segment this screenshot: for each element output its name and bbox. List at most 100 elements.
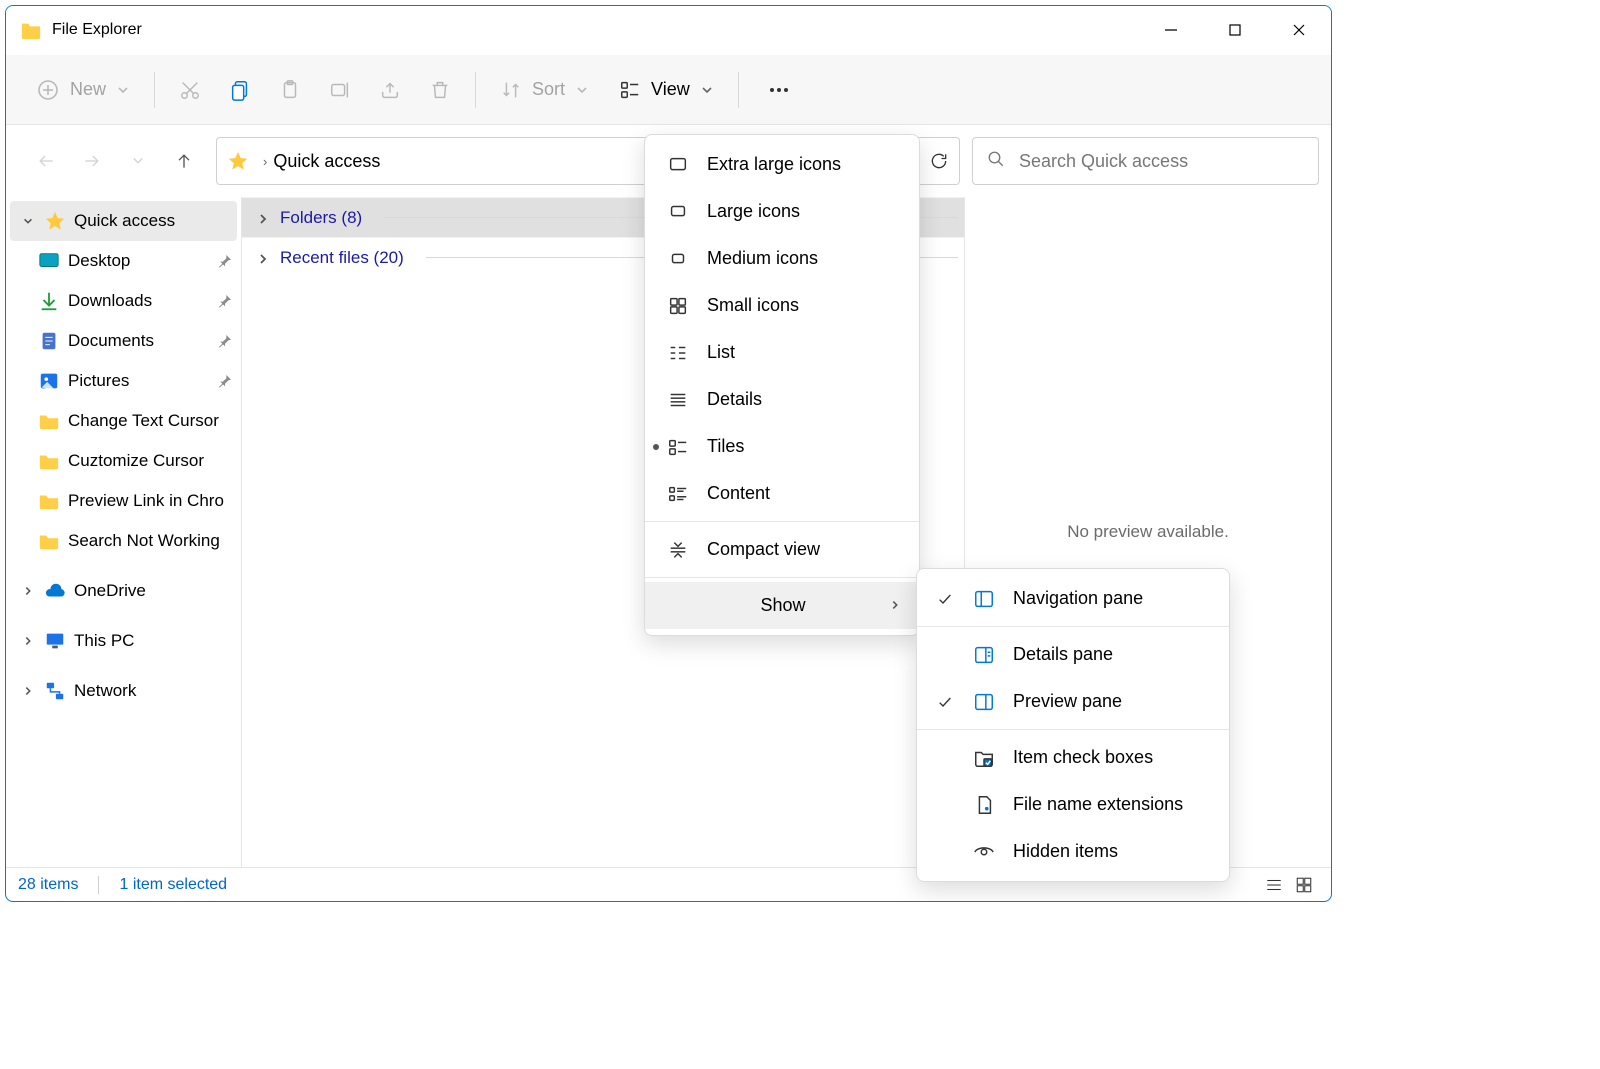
menu-large-icons[interactable]: Large icons	[645, 188, 919, 235]
sidebar-item-label: This PC	[74, 631, 134, 651]
view-label: View	[651, 79, 690, 100]
sidebar-item-documents[interactable]: Documents	[6, 321, 241, 361]
sidebar-item-label: Network	[74, 681, 136, 701]
submenu-details-pane[interactable]: Details pane	[917, 631, 1229, 678]
menu-item-label: File name extensions	[1013, 794, 1183, 815]
menu-details[interactable]: Details	[645, 376, 919, 423]
check-icon	[935, 591, 955, 607]
menu-item-label: List	[707, 342, 735, 363]
details-pane-icon	[973, 644, 995, 666]
compact-view-icon	[667, 539, 689, 561]
sidebar-item-label: Preview Link in Chro	[68, 491, 224, 511]
details-view-toggle[interactable]	[1259, 873, 1289, 897]
more-button[interactable]	[767, 78, 791, 102]
menu-tiles[interactable]: Tiles	[645, 423, 919, 470]
window-controls	[1139, 6, 1331, 55]
small-icons-icon	[667, 295, 689, 317]
folder-icon	[38, 530, 60, 552]
menu-list[interactable]: List	[645, 329, 919, 376]
sidebar-item-label: Change Text Cursor	[68, 411, 219, 431]
search-icon	[987, 150, 1005, 173]
chevron-right-icon	[20, 585, 36, 597]
refresh-button[interactable]	[929, 151, 949, 171]
sort-button[interactable]: Sort	[500, 79, 589, 101]
copy-icon[interactable]	[229, 79, 251, 101]
menu-item-label: Small icons	[707, 295, 799, 316]
menu-small-icons[interactable]: Small icons	[645, 282, 919, 329]
cloud-icon	[44, 580, 66, 602]
sidebar-item-label: Pictures	[68, 371, 129, 391]
menu-content[interactable]: Content	[645, 470, 919, 517]
recent-locations-button[interactable]	[128, 151, 148, 171]
menu-show[interactable]: Show	[645, 582, 919, 629]
chevron-right-icon	[256, 251, 270, 265]
close-button[interactable]	[1267, 6, 1331, 55]
maximize-button[interactable]	[1203, 6, 1267, 55]
sidebar-item-folder[interactable]: Search Not Working	[6, 521, 241, 561]
cut-icon[interactable]	[179, 79, 201, 101]
minimize-button[interactable]	[1139, 6, 1203, 55]
pin-icon	[217, 253, 233, 269]
sidebar-item-pictures[interactable]: Pictures	[6, 361, 241, 401]
star-icon	[44, 210, 66, 232]
submenu-preview-pane[interactable]: Preview pane	[917, 678, 1229, 725]
group-label: Recent files (20)	[280, 248, 404, 268]
sidebar-network[interactable]: Network	[6, 671, 241, 711]
star-icon	[227, 150, 249, 172]
submenu-file-name-extensions[interactable]: File name extensions	[917, 781, 1229, 828]
sidebar-item-label: Desktop	[68, 251, 130, 271]
chevron-right-icon	[20, 635, 36, 647]
menu-item-label: Details	[707, 389, 762, 410]
checkbox-icon	[973, 747, 995, 769]
file-extensions-icon	[973, 794, 995, 816]
sidebar-onedrive[interactable]: OneDrive	[6, 571, 241, 611]
menu-compact-view[interactable]: Compact view	[645, 526, 919, 573]
paste-icon[interactable]	[279, 79, 301, 101]
new-button[interactable]: New	[36, 78, 130, 102]
titlebar: File Explorer	[6, 6, 1331, 55]
menu-item-label: Navigation pane	[1013, 588, 1143, 609]
sidebar-this-pc[interactable]: This PC	[6, 621, 241, 661]
submenu-item-checkboxes[interactable]: Item check boxes	[917, 734, 1229, 781]
thumbnails-view-toggle[interactable]	[1289, 873, 1319, 897]
submenu-hidden-items[interactable]: Hidden items	[917, 828, 1229, 875]
plus-circle-icon	[36, 78, 60, 102]
sidebar-item-folder[interactable]: Cuztomize Cursor	[6, 441, 241, 481]
forward-button[interactable]	[82, 151, 102, 171]
share-icon[interactable]	[379, 79, 401, 101]
view-menu: Extra large icons Large icons Medium ico…	[644, 134, 920, 636]
delete-icon[interactable]	[429, 79, 451, 101]
large-icons-icon	[667, 201, 689, 223]
menu-medium-icons[interactable]: Medium icons	[645, 235, 919, 282]
hidden-items-icon	[973, 841, 995, 863]
view-button[interactable]: View	[619, 79, 714, 101]
chevron-right-icon	[20, 685, 36, 697]
menu-item-label: Large icons	[707, 201, 800, 222]
sidebar-item-label: Documents	[68, 331, 154, 351]
sidebar-item-downloads[interactable]: Downloads	[6, 281, 241, 321]
sidebar-item-folder[interactable]: Change Text Cursor	[6, 401, 241, 441]
sidebar-quick-access[interactable]: Quick access	[10, 201, 237, 241]
breadcrumb-location[interactable]: Quick access	[273, 151, 380, 172]
menu-item-label: Extra large icons	[707, 154, 841, 175]
up-button[interactable]	[174, 151, 194, 171]
navigation-pane-icon	[973, 588, 995, 610]
menu-extra-large-icons[interactable]: Extra large icons	[645, 141, 919, 188]
network-icon	[44, 680, 66, 702]
breadcrumb-separator-icon: ›	[263, 154, 267, 169]
preview-message: No preview available.	[1067, 522, 1229, 542]
back-button[interactable]	[36, 151, 56, 171]
menu-item-label: Item check boxes	[1013, 747, 1153, 768]
search-box[interactable]: Search Quick access	[972, 137, 1319, 185]
sort-label: Sort	[532, 79, 565, 100]
tiles-icon	[667, 436, 689, 458]
rename-icon[interactable]	[329, 79, 351, 101]
folder-app-icon	[20, 19, 42, 41]
list-icon	[667, 342, 689, 364]
extra-large-icons-icon	[667, 154, 689, 176]
sidebar-item-folder[interactable]: Preview Link in Chro	[6, 481, 241, 521]
menu-item-label: Details pane	[1013, 644, 1113, 665]
sidebar-item-label: OneDrive	[74, 581, 146, 601]
sidebar-item-desktop[interactable]: Desktop	[6, 241, 241, 281]
submenu-navigation-pane[interactable]: Navigation pane	[917, 575, 1229, 622]
